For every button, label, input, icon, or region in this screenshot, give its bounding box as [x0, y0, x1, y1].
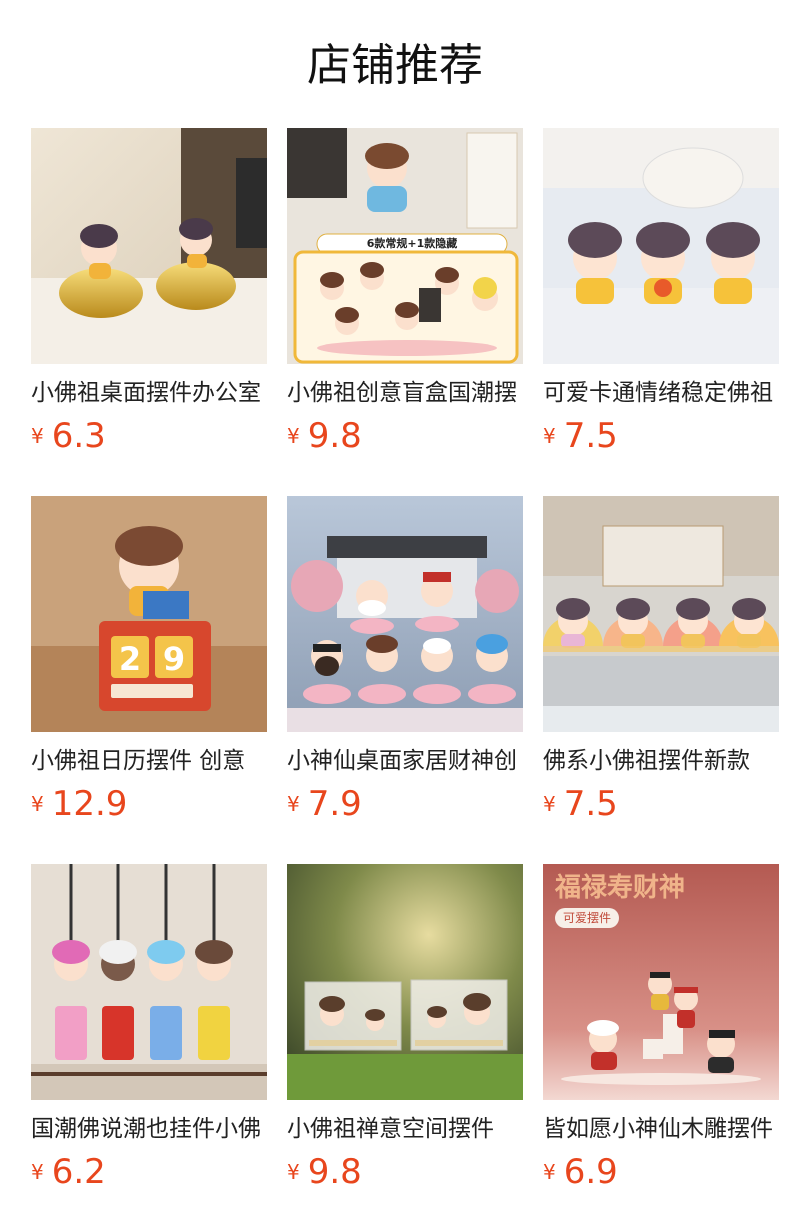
- svg-text:9: 9: [163, 640, 185, 678]
- product-price: ¥6.9: [543, 1152, 779, 1196]
- currency-symbol: ¥: [31, 792, 44, 816]
- svg-text:2: 2: [119, 640, 141, 678]
- product-name[interactable]: 小佛祖日历摆件 创意: [31, 744, 267, 778]
- price-amount: 6.9: [563, 1152, 618, 1192]
- product-name[interactable]: 小神仙桌面家居财神创: [287, 744, 523, 778]
- product-card[interactable]: 6款常规+1款隐藏 小佛祖创意盲盒国潮摆 ¥9.8: [287, 128, 523, 496]
- product-name[interactable]: 可爱卡通情绪稳定佛祖: [543, 376, 779, 410]
- currency-symbol: ¥: [287, 1160, 300, 1184]
- product-image-three-buddha-figurines[interactable]: [543, 128, 779, 364]
- product-price: ¥7.5: [543, 784, 779, 828]
- product-name[interactable]: 国潮佛说潮也挂件小佛: [31, 1112, 267, 1146]
- product-card[interactable]: 小佛祖桌面摆件办公室 ¥6.3: [31, 128, 267, 496]
- product-name[interactable]: 小佛祖禅意空间摆件: [287, 1112, 523, 1146]
- product-price: ¥12.9: [31, 784, 267, 828]
- product-price: ¥7.9: [287, 784, 523, 828]
- product-image-zen-space-acrylic-boxes[interactable]: [287, 864, 523, 1100]
- product-price: ¥9.8: [287, 416, 523, 460]
- product-grid: 小佛祖桌面摆件办公室 ¥6.3 6款常规+1款隐藏 小佛祖创意盲盒国潮摆 ¥ 9…: [31, 128, 779, 1232]
- price-amount: 6.2: [51, 1152, 106, 1192]
- product-image-deity-figurines-on-lotus[interactable]: [287, 496, 523, 732]
- product-card[interactable]: 可爱卡通情绪稳定佛祖 ¥7.5: [543, 128, 779, 496]
- product-name[interactable]: 佛系小佛祖摆件新款: [543, 744, 779, 778]
- price-amount: 7.5: [563, 784, 618, 824]
- price-amount: 9.8: [307, 416, 362, 456]
- product-price: ¥7.5: [543, 416, 779, 460]
- page-title: 店铺推荐: [307, 40, 483, 91]
- image-badge: 可爱摆件: [555, 908, 620, 928]
- product-name[interactable]: 小佛祖创意盲盒国潮摆: [287, 376, 523, 410]
- currency-symbol: ¥: [287, 424, 300, 448]
- product-card[interactable]: 小神仙桌面家居财神创 ¥7.9: [287, 496, 523, 864]
- price-amount: 7.9: [307, 784, 362, 824]
- currency-symbol: ¥: [543, 1160, 556, 1184]
- currency-symbol: ¥: [543, 792, 556, 816]
- product-image-figurines-on-gold-ingots[interactable]: [31, 128, 267, 364]
- product-card[interactable]: 国潮佛说潮也挂件小佛 ¥6.2: [31, 864, 267, 1232]
- product-price: ¥9.8: [287, 1152, 523, 1196]
- product-card[interactable]: 福禄寿财神 可爱摆件 皆如愿小神仙木雕摆件 ¥6.9: [543, 864, 779, 1232]
- currency-symbol: ¥: [31, 1160, 44, 1184]
- image-headline-text: 福禄寿财神: [555, 873, 686, 903]
- currency-symbol: ¥: [31, 424, 44, 448]
- price-amount: 12.9: [51, 784, 128, 824]
- product-name[interactable]: 小佛祖桌面摆件办公室: [31, 376, 267, 410]
- price-amount: 9.8: [307, 1152, 362, 1192]
- product-card[interactable]: 2 9 小佛祖日历摆件 创意 ¥12.9: [31, 496, 267, 864]
- price-amount: 6.3: [51, 416, 106, 456]
- currency-symbol: ¥: [543, 424, 556, 448]
- product-image-figurine-calendar[interactable]: 2 9: [31, 496, 267, 732]
- price-amount: 7.5: [563, 416, 618, 456]
- currency-symbol: ¥: [287, 792, 300, 816]
- product-image-blind-box-figurines-display[interactable]: 6款常规+1款隐藏: [287, 128, 523, 364]
- product-price: ¥6.2: [31, 1152, 267, 1196]
- product-price: ¥6.3: [31, 416, 267, 460]
- product-image-hanging-charm-pendants[interactable]: [31, 864, 267, 1100]
- product-card[interactable]: 佛系小佛祖摆件新款 ¥7.5: [543, 496, 779, 864]
- product-image-fu-lu-shou-cai-shen-figurines[interactable]: 福禄寿财神 可爱摆件: [543, 864, 779, 1100]
- product-name[interactable]: 皆如愿小神仙木雕摆件: [543, 1112, 779, 1146]
- product-image-figurines-with-halos[interactable]: [543, 496, 779, 732]
- image-banner-text: 6款常规+1款隐藏: [366, 237, 458, 250]
- product-card[interactable]: 小佛祖禅意空间摆件 ¥9.8: [287, 864, 523, 1232]
